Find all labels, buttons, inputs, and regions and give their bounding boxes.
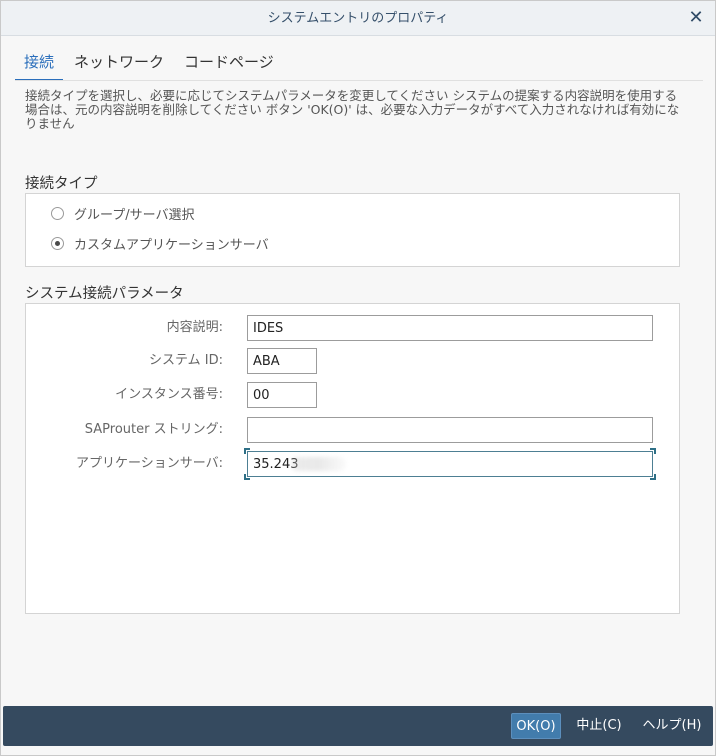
dialog-footer: OK(O) 中止(C) ヘルプ(H) xyxy=(3,706,713,746)
radio-custom-app-server[interactable]: カスタムアプリケーションサーバ xyxy=(51,233,269,253)
tab-network[interactable]: ネットワーク xyxy=(65,49,173,81)
description-input[interactable] xyxy=(247,315,653,341)
app-server-label: アプリケーションサーバ: xyxy=(76,456,223,471)
dialog-title: システムエントリのプロパティ xyxy=(267,11,449,26)
system-entry-properties-dialog: システムエントリのプロパティ ✕ 接続 ネットワーク コードページ 接続タイプを… xyxy=(0,0,716,756)
instance-number-label: インスタンス番号: xyxy=(115,387,223,402)
radio-group-server-selection[interactable]: グループ/サーバ選択 xyxy=(51,203,194,223)
title-bar: システムエントリのプロパティ ✕ xyxy=(1,1,715,36)
radio-label: カスタムアプリケーションサーバ xyxy=(74,237,269,253)
instance-number-input[interactable] xyxy=(247,382,317,408)
focus-corner-br xyxy=(650,474,656,480)
radio-label: グループ/サーバ選択 xyxy=(74,207,195,223)
instruction-text: 接続タイプを選択し、必要に応じてシステムパラメータを変更してください システムの… xyxy=(25,88,680,131)
ok-button[interactable]: OK(O) xyxy=(511,713,561,739)
tab-bar: 接続 ネットワーク コードページ xyxy=(15,49,285,81)
cancel-button[interactable]: 中止(C) xyxy=(569,713,629,739)
tab-divider xyxy=(15,80,703,81)
focus-corner-tr xyxy=(650,448,656,454)
radio-unchecked-icon[interactable] xyxy=(51,206,64,220)
system-id-label: システム ID: xyxy=(149,353,223,368)
description-label: 内容説明: xyxy=(166,320,223,335)
tab-connection[interactable]: 接続 xyxy=(15,49,64,81)
saprouter-input[interactable] xyxy=(247,417,653,443)
focus-corner-bl xyxy=(244,474,250,480)
connection-type-title: 接続タイプ xyxy=(25,176,98,192)
tab-codepage[interactable]: コードページ xyxy=(175,49,283,81)
system-params-title: システム接続パラメータ xyxy=(25,286,184,302)
focus-corner-tl xyxy=(244,448,250,454)
redacted-blur xyxy=(291,457,346,471)
help-button[interactable]: ヘルプ(H) xyxy=(637,713,707,739)
close-icon[interactable]: ✕ xyxy=(685,7,707,29)
system-id-input[interactable] xyxy=(247,348,317,374)
radio-checked-icon[interactable] xyxy=(51,236,64,250)
saprouter-label: SAProuter ストリング: xyxy=(84,422,223,437)
